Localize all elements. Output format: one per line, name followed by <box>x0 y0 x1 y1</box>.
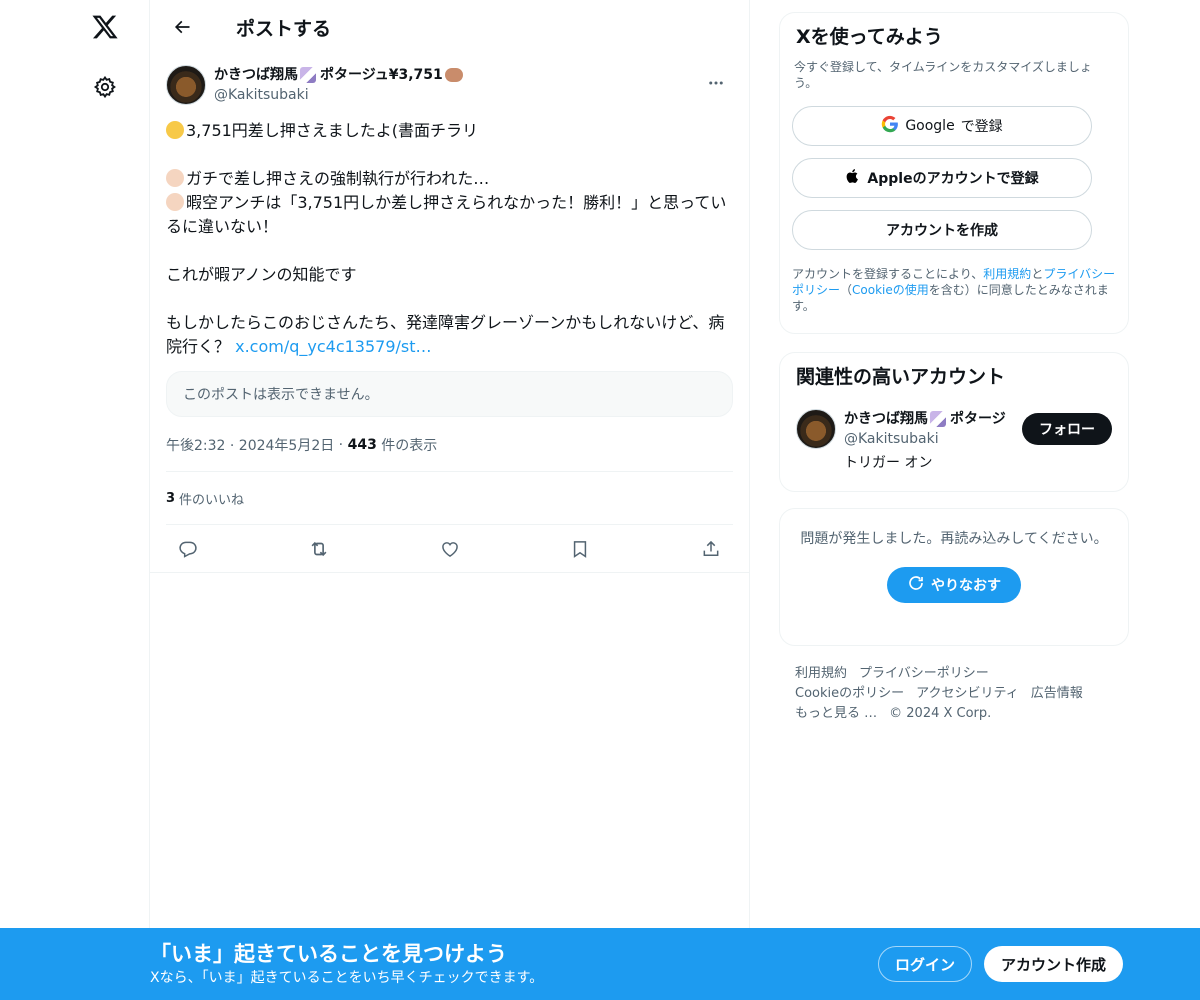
banner-title: 「いま」起きていることを見つけよう <box>150 942 507 966</box>
post-text-3: 暇空アンチは「3,751円しか差し押さえられなかった！勝利！」と思っているに違い… <box>166 193 727 236</box>
google-brand: Google <box>905 118 955 134</box>
post-line-5: もしかしたらこのおじさんたち、発達障害グレーゾーンかもしれないけど、病院行く？ … <box>166 311 733 359</box>
apple-signup-label: Appleのアカウントで登録 <box>867 171 1039 187</box>
post-body: 3,751円差し押さえましたよ(書面チラリ ガチで差し押さえの強制執行が行われた… <box>166 119 733 359</box>
copyright: © 2024 X Corp. <box>889 706 992 721</box>
footer-link-terms[interactable]: 利用規約 <box>795 666 847 681</box>
footer-links: 利用規約 プライバシーポリシー Cookieのポリシー アクセシビリティ 広告情報 も… <box>779 664 1129 724</box>
main-column: ポストする かきつば翔馬 ポタージュ¥3,751 @Kakitsubaki 3,… <box>149 0 750 1000</box>
apple-icon <box>845 167 861 189</box>
post-line-3: 暇空アンチは「3,751円しか差し押さえられなかった！勝利！」と思っているに違い… <box>166 191 733 239</box>
login-button[interactable]: ログイン <box>878 946 972 982</box>
views-label: 件の表示 <box>376 438 438 454</box>
footer-link-cookie[interactable]: Cookieのポリシー <box>795 686 904 701</box>
likes-count: 3 <box>166 490 176 506</box>
footer-link-more[interactable]: もっと見る … <box>795 706 877 721</box>
unicorn-emoji-icon <box>930 411 946 427</box>
arrow-left-icon[interactable] <box>164 9 200 45</box>
likes-row[interactable]: 3 件のいいね <box>166 472 733 524</box>
legal-text: アカウントを登録することにより、利用規約とプライバシーポリシー（Cookieの使… <box>792 266 1116 314</box>
right-sidebar: Xを使ってみよう 今すぐ登録して、タイムラインをカスタマイズしましょう。 Goo… <box>779 12 1129 724</box>
old-man-emoji-icon <box>166 169 184 187</box>
footer-link-accessibility[interactable]: アクセシビリティ <box>916 686 1019 701</box>
left-nav <box>0 0 150 1000</box>
related-info: かきつば翔馬 ポタージ @Kakitsubaki トリガー オン <box>844 409 1012 473</box>
post-line-1: 3,751円差し押さえましたよ(書面チラリ <box>166 119 733 143</box>
disguise-emoji-icon <box>166 121 184 139</box>
related-handle: @Kakitsubaki <box>844 431 939 447</box>
legal-open: （ <box>840 283 853 297</box>
post-line-2: ガチで差し押さえの強制執行が行われた… <box>166 167 733 191</box>
related-title: 関連性の高いアカウント <box>796 366 1006 388</box>
more-options-icon[interactable] <box>699 66 733 100</box>
banner-subtitle: Xなら、「いま」起きていることをいち早くチェックできます。 <box>150 970 544 986</box>
signup-button[interactable]: アカウント作成 <box>984 946 1123 982</box>
related-name-text: かきつば翔馬 <box>844 411 928 427</box>
likes-label: 件のいいね <box>179 492 245 508</box>
share-icon[interactable] <box>693 531 729 567</box>
related-display-name[interactable]: かきつば翔馬 ポタージ <box>844 409 1012 429</box>
potato-emoji-icon <box>444 68 463 82</box>
follow-button[interactable]: フォロー <box>1022 413 1112 445</box>
author-text: かきつば翔馬 ポタージュ¥3,751 @Kakitsubaki <box>214 65 465 105</box>
gear-icon[interactable] <box>82 64 128 110</box>
related-bio: トリガー オン <box>844 455 933 471</box>
display-name-suffix: ポタージュ¥3,751 <box>320 67 443 83</box>
old-man-emoji-icon <box>166 193 184 211</box>
cookie-link[interactable]: Cookieの使用 <box>852 283 929 297</box>
google-icon <box>881 115 899 138</box>
post-timestamp[interactable]: 午後2:32 · 2024年5月2日 <box>166 435 334 455</box>
signup-card: Xを使ってみよう 今すぐ登録して、タイムラインをカスタマイズしましょう。 Goo… <box>779 12 1129 334</box>
meta-separator: · <box>334 437 348 453</box>
post-meta: 午後2:32 · 2024年5月2日 · 443 件の表示 <box>166 435 733 455</box>
signup-title: Xを使ってみよう <box>796 26 943 48</box>
author-handle[interactable]: @Kakitsubaki <box>214 85 465 105</box>
like-icon[interactable] <box>432 531 468 567</box>
apple-signup-button[interactable]: Appleのアカウントで登録 <box>792 158 1092 198</box>
avatar[interactable] <box>166 65 206 105</box>
quote-unavailable-box: このポストは表示できません。 <box>166 371 733 417</box>
related-accounts-card: 関連性の高いアカウント かきつば翔馬 ポタージ @Kakitsubaki トリガ… <box>779 352 1129 492</box>
top-bar: ポストする <box>150 0 749 54</box>
legal-and: と <box>1031 267 1044 281</box>
post-link[interactable]: x.com/q_yc4c13579/st… <box>235 337 431 356</box>
display-name-text: かきつば翔馬 <box>214 67 298 83</box>
views-count: 443 <box>347 437 377 453</box>
post-author-row: かきつば翔馬 ポタージュ¥3,751 @Kakitsubaki <box>166 64 733 106</box>
reply-icon[interactable] <box>170 531 206 567</box>
terms-link[interactable]: 利用規約 <box>983 267 1031 281</box>
bookmark-icon[interactable] <box>562 531 598 567</box>
error-message: 問題が発生しました。再読み込みしてください。 <box>800 531 1108 547</box>
author-display-name[interactable]: かきつば翔馬 ポタージュ¥3,751 <box>214 65 465 85</box>
related-account-row[interactable]: かきつば翔馬 ポタージ @Kakitsubaki トリガー オン フォロー <box>796 409 1112 473</box>
unicorn-emoji-icon <box>300 67 316 83</box>
x-logo-icon[interactable] <box>82 4 128 50</box>
quote-unavailable-text: このポストは表示できません。 <box>183 387 379 403</box>
divider <box>150 572 749 573</box>
login-banner: 「いま」起きていることを見つけよう Xなら、「いま」起きていることをいち早くチェ… <box>0 928 1200 1000</box>
retry-label: やりなおす <box>931 578 1001 594</box>
post-text-1: 3,751円差し押さえましたよ(書面チラリ <box>186 121 479 140</box>
avatar[interactable] <box>796 409 836 449</box>
related-name-suffix: ポタージ <box>950 411 1006 427</box>
page-title: ポストする <box>236 17 332 40</box>
retry-button[interactable]: やりなおす <box>887 567 1021 603</box>
create-account-button[interactable]: アカウントを作成 <box>792 210 1092 250</box>
post-text-4: これが暇アノンの知能です <box>166 265 357 284</box>
google-signup-label: で登録 <box>960 119 1003 135</box>
refresh-icon <box>907 574 925 596</box>
google-signup-button[interactable]: Google で登録 <box>792 106 1092 146</box>
footer-link-privacy[interactable]: プライバシーポリシー <box>859 666 989 681</box>
post-actions <box>166 525 733 572</box>
repost-icon[interactable] <box>301 531 337 567</box>
signup-subtitle: 今すぐ登録して、タイムラインをカスタマイズしましょう。 <box>794 60 1092 90</box>
footer-link-ads[interactable]: 広告情報 <box>1031 686 1083 701</box>
post: かきつば翔馬 ポタージュ¥3,751 @Kakitsubaki 3,751円差し… <box>150 54 749 573</box>
post-text-2: ガチで差し押さえの強制執行が行われた… <box>186 169 490 188</box>
legal-prefix: アカウントを登録することにより、 <box>792 267 984 281</box>
error-card: 問題が発生しました。再読み込みしてください。 やりなおす <box>779 508 1129 646</box>
create-account-label: アカウントを作成 <box>886 223 998 239</box>
